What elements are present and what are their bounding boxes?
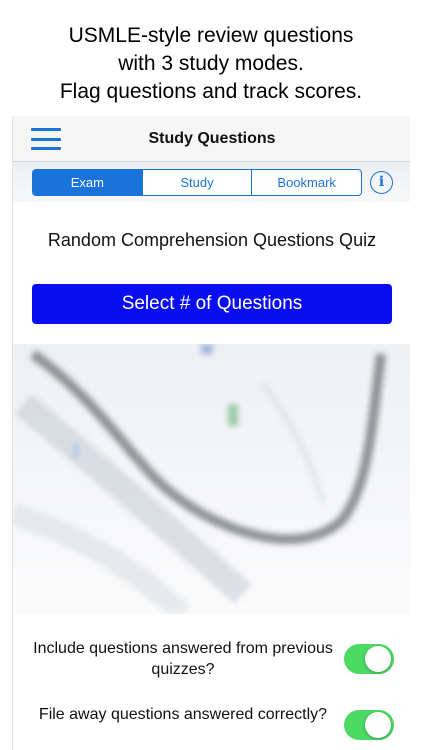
tab-exam[interactable]: Exam: [33, 170, 143, 195]
include-previous-toggle[interactable]: [344, 644, 394, 674]
file-away-label: File away questions answered correctly?: [38, 706, 328, 723]
toggle-knob: [365, 712, 391, 738]
select-questions-button[interactable]: Select # of Questions: [32, 284, 392, 324]
caption-line-3: Flag questions and track scores.: [59, 80, 363, 103]
file-away-row: File away questions answered correctly?: [13, 704, 410, 750]
include-previous-label: Include questions answered from previous…: [33, 640, 333, 678]
toggle-knob: [365, 646, 391, 672]
app-screen: Study Questions Exam Study Bookmark i Ra…: [12, 116, 410, 750]
tab-study[interactable]: Study: [143, 170, 253, 195]
stethoscope-image: [13, 344, 410, 614]
promo-caption: USMLE-style review questions with 3 stud…: [0, 22, 422, 106]
mode-bar: Exam Study Bookmark i: [13, 162, 410, 202]
caption-line-2: with 3 study modes.: [118, 52, 304, 75]
navigation-bar: Study Questions: [13, 116, 410, 162]
tab-bookmark[interactable]: Bookmark: [252, 170, 361, 195]
quiz-title: Random Comprehension Questions Quiz: [47, 230, 377, 250]
info-icon[interactable]: i: [370, 171, 393, 194]
file-away-toggle[interactable]: [344, 710, 394, 740]
mode-segmented-control: Exam Study Bookmark: [32, 169, 362, 196]
caption-line-1: USMLE-style review questions: [68, 24, 354, 47]
include-previous-row: Include questions answered from previous…: [13, 638, 410, 688]
page-title: Study Questions: [148, 130, 276, 147]
